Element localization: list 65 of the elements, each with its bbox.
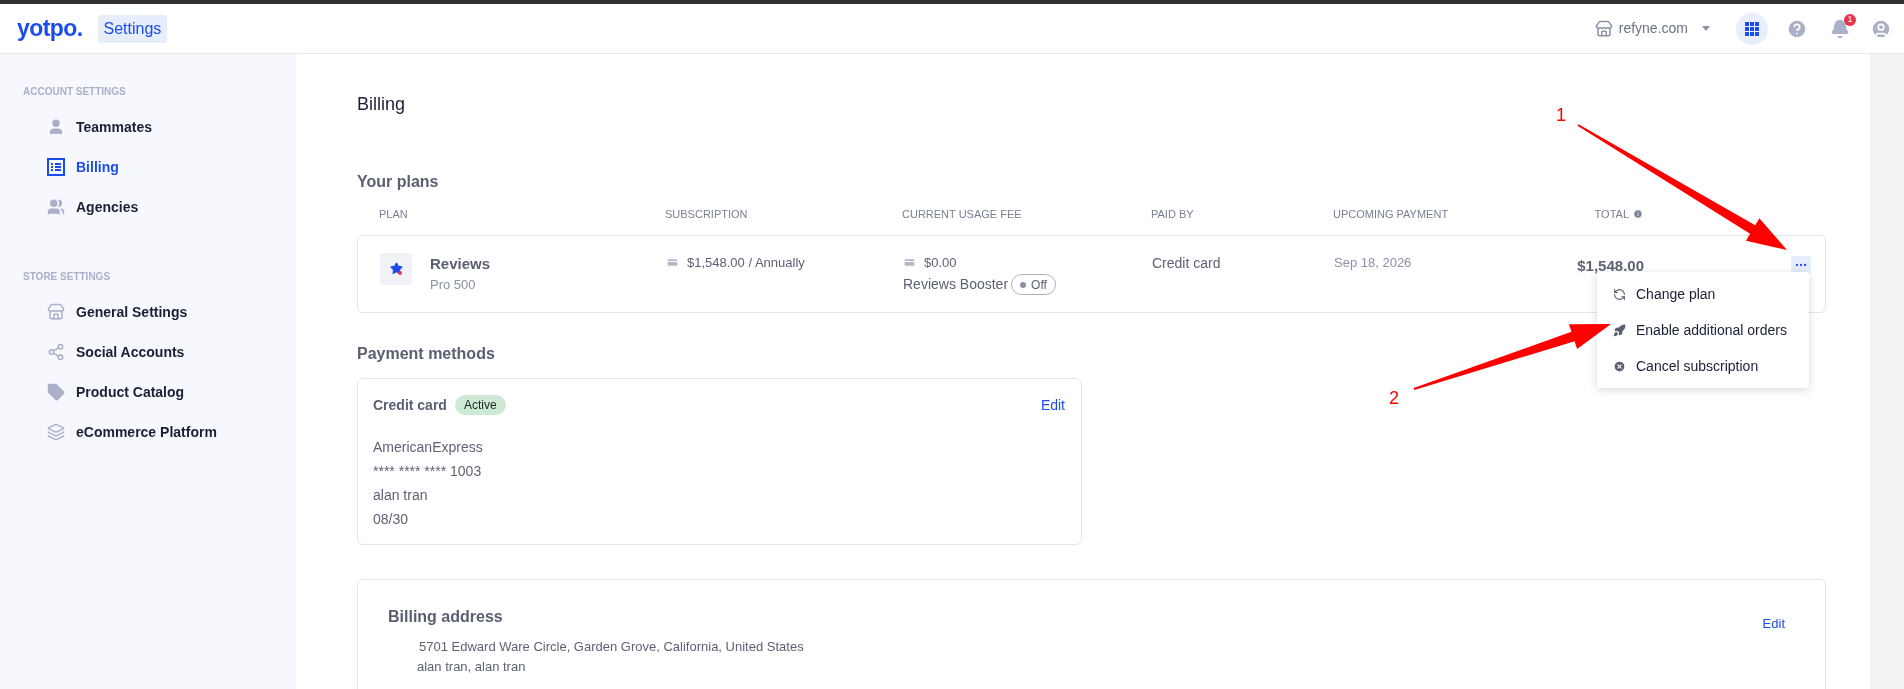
menu-item[interactable]: Enable additional orders <box>1597 312 1809 348</box>
scrollbar-track[interactable] <box>1870 54 1904 689</box>
card-detail: 08/30 <box>373 509 410 529</box>
sidebar-item[interactable]: Product Catalog <box>23 372 296 412</box>
apps-button[interactable] <box>1736 12 1768 45</box>
more-button[interactable] <box>1791 255 1811 274</box>
plan-logo <box>380 252 412 285</box>
sidebar-item[interactable]: Billing <box>23 147 296 187</box>
sidebar-item[interactable]: Social Accounts <box>23 332 296 372</box>
section-title: Payment methods <box>357 343 495 364</box>
card-detail: AmericanExpress <box>373 437 484 457</box>
page-title: Billing <box>357 93 406 116</box>
sidebar-item[interactable]: eCommerce Platform <box>23 412 296 452</box>
menu-item[interactable]: Cancel subscription <box>1597 348 1809 384</box>
store-icon <box>1594 19 1613 38</box>
column-header: TOTAL <box>1594 207 1629 222</box>
plan-name: Reviews <box>430 253 491 274</box>
section-label: Settings <box>97 14 168 43</box>
column-header: PLAN <box>379 208 408 220</box>
payment-date: Sep 18, 2026 <box>1334 253 1413 272</box>
annotation-number: 1 <box>1556 106 1566 124</box>
sidebar-heading: ACCOUNT SETTINGS <box>23 85 127 99</box>
column-header: CURRENT USAGE FEE <box>902 208 1022 220</box>
store-selector[interactable]: refyne.com <box>1594 18 1710 39</box>
menu-item[interactable]: Change plan <box>1597 276 1809 312</box>
tag-icon <box>47 383 65 401</box>
person-icon <box>47 118 65 136</box>
card-detail: alan tran <box>373 485 429 505</box>
swap-icon <box>1613 287 1626 301</box>
rocket-icon <box>1613 323 1626 337</box>
plan-subtitle: Pro 500 <box>430 276 477 294</box>
notification-badge: 1 <box>1844 13 1856 26</box>
edit-link[interactable]: Edit <box>1762 613 1785 633</box>
card-title: Credit card <box>373 395 447 415</box>
store-icon <box>47 303 65 321</box>
people-icon <box>47 198 65 216</box>
apps-grid-icon <box>1745 21 1759 36</box>
plan-total: $1,548.00 <box>1576 255 1644 276</box>
column-header: SUBSCRIPTION <box>665 208 748 220</box>
card-detail: **** **** **** 1003 <box>373 461 483 481</box>
bell-icon[interactable] <box>1830 18 1850 39</box>
list-icon <box>47 158 65 176</box>
column-header: PAID BY <box>1151 208 1194 220</box>
address-line: alan tran, alan tran <box>417 658 527 676</box>
sidebar-heading: STORE SETTINGS <box>23 270 112 284</box>
logo[interactable]: yotpo. <box>17 11 83 46</box>
sidebar-item[interactable]: General Settings <box>23 292 296 332</box>
usage-fee: $0.00 <box>924 253 957 272</box>
share-icon <box>47 343 65 361</box>
cancel-icon <box>1613 359 1626 373</box>
paid-by: Credit card <box>1152 253 1222 273</box>
caret-icon <box>1702 26 1710 31</box>
booster-label: Reviews Booster <box>903 275 1009 294</box>
edit-link[interactable]: Edit <box>1040 394 1065 416</box>
section-title: Your plans <box>357 172 439 192</box>
sidebar-item[interactable]: Agencies <box>23 187 296 227</box>
sidebar-item[interactable]: Teammates <box>23 107 296 147</box>
status-badge: Active <box>454 395 506 415</box>
info-icon <box>1633 209 1643 220</box>
subscription-price: $1,548.00 / Annually <box>687 253 805 272</box>
annotation-number: 2 <box>1389 389 1399 407</box>
card-title: Billing address <box>388 607 503 628</box>
layers-icon <box>47 423 65 441</box>
address-line: 5701 Edward Ware Circle, Garden Grove, California, United States <box>419 638 805 656</box>
column-header: UPCOMING PAYMENT <box>1333 208 1449 220</box>
